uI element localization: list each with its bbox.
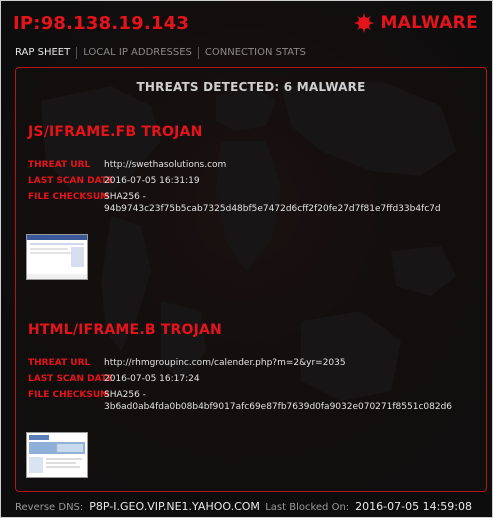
last-blocked-label: Last Blocked On: [265,502,350,513]
last-blocked-value: 2016-07-05 14:59:08 [355,500,472,513]
last-scan-date-label: LAST SCAN DATE [28,374,114,384]
file-checksum-value: 94b9743c23f75b5cab7325d48bf5e7472d6cff2f… [104,204,441,214]
tab-local-ip-addresses[interactable]: LOCAL IP ADDRESSES [76,47,198,59]
threat-url-value: http://swethasolutions.com [104,160,227,170]
rap-sheet-panel: THREATS DETECTED: 6 MALWARE JS/IFRAME.FB… [15,67,487,492]
threat-url-label: THREAT URL [28,358,91,368]
malware-label: MALWARE [380,13,478,33]
threat-url-label: THREAT URL [28,160,91,170]
ip-address-title: IP:98.138.19.143 [13,13,190,34]
threat-screenshot-thumbnail[interactable] [26,432,88,478]
threat-name: JS/IFRAME.FB TROJAN [28,124,203,140]
tab-bar: RAP SHEET LOCAL IP ADDRESSES CONNECTION … [15,47,312,59]
thumbnail-preview [27,433,87,477]
last-blocked: Last Blocked On: 2016-07-05 14:59:08 [265,500,472,513]
virus-icon [354,13,375,33]
threats-detected-heading: THREATS DETECTED: 6 MALWARE [136,80,366,94]
reverse-dns-label: Reverse DNS: [15,502,84,513]
threat-name: HTML/IFRAME.B TROJAN [28,322,222,338]
last-scan-date-value: 2016-07-05 16:17:24 [104,374,200,384]
report-footer: Reverse DNS: P8P-I.GEO.VIP.NE1.YAHOO.COM … [1,497,492,517]
last-scan-date-value: 2016-07-05 16:31:19 [104,176,200,186]
threat-url-value: http://rhmgroupinc.com/calender.php?m=2&… [104,358,346,368]
report-header: IP:98.138.19.143 MALWARE [11,11,482,41]
file-checksum-label: FILE CHECKSUM [28,390,110,400]
threat-screenshot-thumbnail[interactable] [26,234,88,280]
file-checksum-label: FILE CHECKSUM [28,192,110,202]
reverse-dns: Reverse DNS: P8P-I.GEO.VIP.NE1.YAHOO.COM [15,500,260,513]
thumbnail-preview [27,235,87,279]
reverse-dns-value: P8P-I.GEO.VIP.NE1.YAHOO.COM [89,500,260,513]
file-checksum-value: 3b6ad0ab4fda0b08b4bf9017afc69e87fb7639d0… [104,402,453,412]
malware-badge: MALWARE [354,13,478,33]
checksum-type: SHA256 - [104,390,146,400]
malware-report-window: IP:98.138.19.143 MALWARE RAP SHEET LOCAL… [0,0,493,518]
tab-connection-stats[interactable]: CONNECTION STATS [197,47,312,59]
last-scan-date-label: LAST SCAN DATE [28,176,114,186]
checksum-type: SHA256 - [104,192,146,202]
tab-rap-sheet[interactable]: RAP SHEET [15,47,76,59]
